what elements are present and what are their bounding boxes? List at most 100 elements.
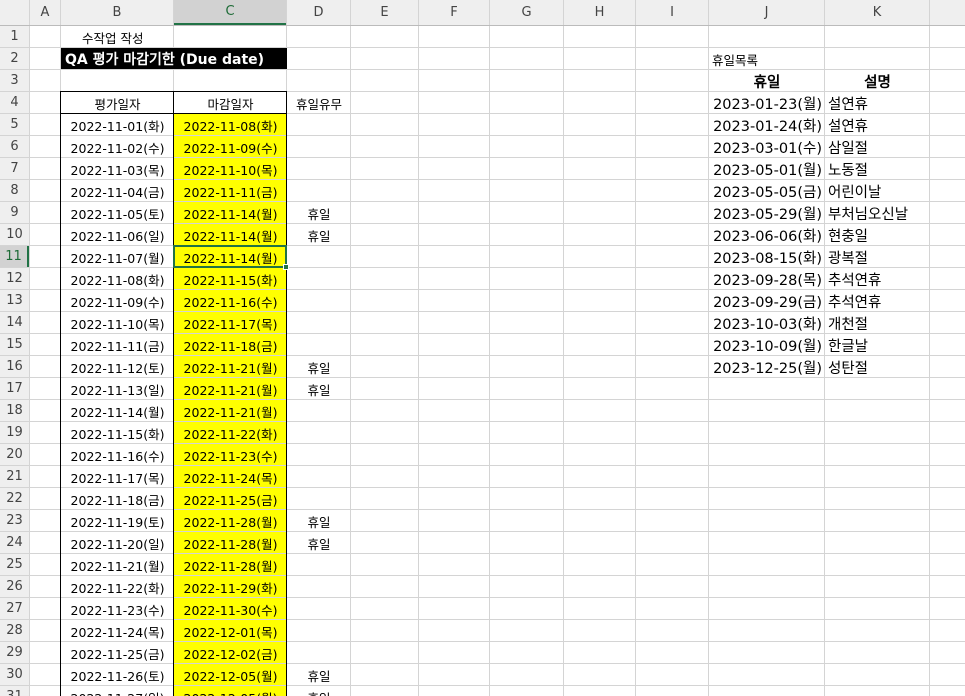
due-date-cell[interactable]: 2022-11-29(화) xyxy=(174,576,287,598)
holiday-desc-cell[interactable]: 현충일 xyxy=(825,224,955,246)
eval-date-cell[interactable]: 2022-11-25(금) xyxy=(61,642,174,664)
holiday-flag-cell[interactable] xyxy=(287,620,351,642)
holiday-desc-cell[interactable]: 설연휴 xyxy=(825,92,955,114)
holiday-date-cell[interactable]: 2023-08-15(화) xyxy=(709,246,825,268)
eval-date-cell[interactable]: 2022-11-08(화) xyxy=(61,268,174,290)
holiday-date-cell[interactable]: 2023-03-01(수) xyxy=(709,136,825,158)
select-all-corner[interactable] xyxy=(0,0,30,26)
column-header-e[interactable]: E xyxy=(351,0,418,25)
holiday-flag-cell[interactable] xyxy=(287,180,351,202)
eval-date-cell[interactable]: 2022-11-23(수) xyxy=(61,598,174,620)
row-header[interactable]: 17 xyxy=(0,378,29,399)
holiday-desc-cell[interactable]: 한글날 xyxy=(825,334,955,356)
holiday-flag-cell[interactable] xyxy=(287,598,351,620)
holiday-desc-cell[interactable]: 광복절 xyxy=(825,246,955,268)
column-header-a[interactable]: A xyxy=(30,0,60,25)
fill-handle[interactable] xyxy=(283,264,289,270)
eval-date-cell[interactable]: 2022-11-07(월) xyxy=(61,246,174,268)
holiday-date-cell[interactable]: 2023-05-01(월) xyxy=(709,158,825,180)
due-date-cell[interactable]: 2022-11-28(월) xyxy=(174,554,287,576)
row-header[interactable]: 21 xyxy=(0,466,29,487)
row-header[interactable]: 22 xyxy=(0,488,29,509)
holiday-date-cell[interactable]: 2023-09-28(목) xyxy=(709,268,825,290)
holiday-flag-cell[interactable] xyxy=(287,400,351,422)
row-header[interactable]: 24 xyxy=(0,532,29,553)
row-header[interactable]: 30 xyxy=(0,664,29,685)
due-date-cell[interactable]: 2022-11-18(금) xyxy=(174,334,287,356)
due-date-cell[interactable]: 2022-11-14(월) xyxy=(174,224,287,246)
holiday-flag-cell[interactable]: 휴일 xyxy=(287,356,351,378)
row-header[interactable]: 10 xyxy=(0,224,29,245)
row-header[interactable]: 16 xyxy=(0,356,29,377)
holiday-desc-cell[interactable]: 성탄절 xyxy=(825,356,955,378)
holiday-date-cell[interactable]: 2023-05-29(월) xyxy=(709,202,825,224)
header-eval-date[interactable]: 평가일자 xyxy=(61,92,174,114)
holiday-flag-cell[interactable]: 휴일 xyxy=(287,664,351,686)
due-date-cell[interactable]: 2022-11-21(월) xyxy=(174,356,287,378)
due-date-cell[interactable]: 2022-11-28(월) xyxy=(174,510,287,532)
row-header[interactable]: 2 xyxy=(0,48,29,69)
due-date-cell[interactable]: 2022-11-23(수) xyxy=(174,444,287,466)
column-header-k[interactable]: K xyxy=(825,0,929,25)
eval-date-cell[interactable]: 2022-11-14(월) xyxy=(61,400,174,422)
column-header-j[interactable]: J xyxy=(709,0,824,25)
holiday-flag-cell[interactable] xyxy=(287,642,351,664)
holiday-flag-cell[interactable]: 휴일 xyxy=(287,686,351,696)
row-header[interactable]: 31 xyxy=(0,686,29,696)
eval-date-cell[interactable]: 2022-11-27(일) xyxy=(61,686,174,696)
due-date-cell[interactable]: 2022-12-02(금) xyxy=(174,642,287,664)
eval-date-cell[interactable]: 2022-11-02(수) xyxy=(61,136,174,158)
due-date-cell[interactable]: 2022-11-30(수) xyxy=(174,598,287,620)
row-header[interactable]: 5 xyxy=(0,114,29,135)
eval-date-cell[interactable]: 2022-11-19(토) xyxy=(61,510,174,532)
row-header[interactable]: 20 xyxy=(0,444,29,465)
eval-date-cell[interactable]: 2022-11-22(화) xyxy=(61,576,174,598)
due-date-cell[interactable]: 2022-11-21(월) xyxy=(174,400,287,422)
holiday-date-cell[interactable]: 2023-09-29(금) xyxy=(709,290,825,312)
row-header[interactable]: 11 xyxy=(0,246,29,267)
row-header[interactable]: 18 xyxy=(0,400,29,421)
eval-date-cell[interactable]: 2022-11-10(목) xyxy=(61,312,174,334)
row-header[interactable]: 9 xyxy=(0,202,29,223)
row-header[interactable]: 6 xyxy=(0,136,29,157)
holiday-flag-cell[interactable]: 휴일 xyxy=(287,224,351,246)
row-header[interactable]: 8 xyxy=(0,180,29,201)
column-header-h[interactable]: H xyxy=(564,0,635,25)
header-holiday-flag[interactable]: 휴일유무 xyxy=(287,92,351,114)
holiday-desc-cell[interactable]: 삼일절 xyxy=(825,136,955,158)
note-label[interactable]: 수작업 작성 xyxy=(79,26,189,48)
eval-date-cell[interactable]: 2022-11-06(일) xyxy=(61,224,174,246)
row-header[interactable]: 12 xyxy=(0,268,29,289)
column-header-d[interactable]: D xyxy=(287,0,350,25)
due-date-cell[interactable]: 2022-11-24(목) xyxy=(174,466,287,488)
column-header-f[interactable]: F xyxy=(419,0,489,25)
holiday-desc-cell[interactable]: 설연휴 xyxy=(825,114,955,136)
active-cell-selection[interactable] xyxy=(173,245,287,268)
column-header-l[interactable]: L xyxy=(930,0,965,25)
holiday-desc-cell[interactable]: 어린이날 xyxy=(825,180,955,202)
holiday-desc-cell[interactable]: 부처님오신날 xyxy=(825,202,955,224)
due-date-cell[interactable]: 2022-12-05(월) xyxy=(174,686,287,696)
holiday-flag-cell[interactable] xyxy=(287,466,351,488)
sheet-title[interactable]: QA 평가 마감기한 (Due date) xyxy=(61,48,287,69)
holiday-flag-cell[interactable] xyxy=(287,422,351,444)
holiday-flag-cell[interactable] xyxy=(287,114,351,136)
eval-date-cell[interactable]: 2022-11-21(월) xyxy=(61,554,174,576)
holiday-flag-cell[interactable]: 휴일 xyxy=(287,532,351,554)
due-date-cell[interactable]: 2022-11-28(월) xyxy=(174,532,287,554)
eval-date-cell[interactable]: 2022-11-24(목) xyxy=(61,620,174,642)
column-header-i[interactable]: I xyxy=(636,0,708,25)
eval-date-cell[interactable]: 2022-11-20(일) xyxy=(61,532,174,554)
eval-date-cell[interactable]: 2022-11-01(화) xyxy=(61,114,174,136)
row-header[interactable]: 4 xyxy=(0,92,29,113)
holiday-flag-cell[interactable] xyxy=(287,488,351,510)
due-date-cell[interactable]: 2022-11-22(화) xyxy=(174,422,287,444)
due-date-cell[interactable]: 2022-12-05(월) xyxy=(174,664,287,686)
row-header[interactable]: 28 xyxy=(0,620,29,641)
spreadsheet-grid[interactable]: ABCDEFGHIJKL1234567891011121314151617181… xyxy=(0,0,965,696)
eval-date-cell[interactable]: 2022-11-17(목) xyxy=(61,466,174,488)
holiday-flag-cell[interactable] xyxy=(287,158,351,180)
row-header[interactable]: 7 xyxy=(0,158,29,179)
eval-date-cell[interactable]: 2022-11-04(금) xyxy=(61,180,174,202)
due-date-cell[interactable]: 2022-11-08(화) xyxy=(174,114,287,136)
